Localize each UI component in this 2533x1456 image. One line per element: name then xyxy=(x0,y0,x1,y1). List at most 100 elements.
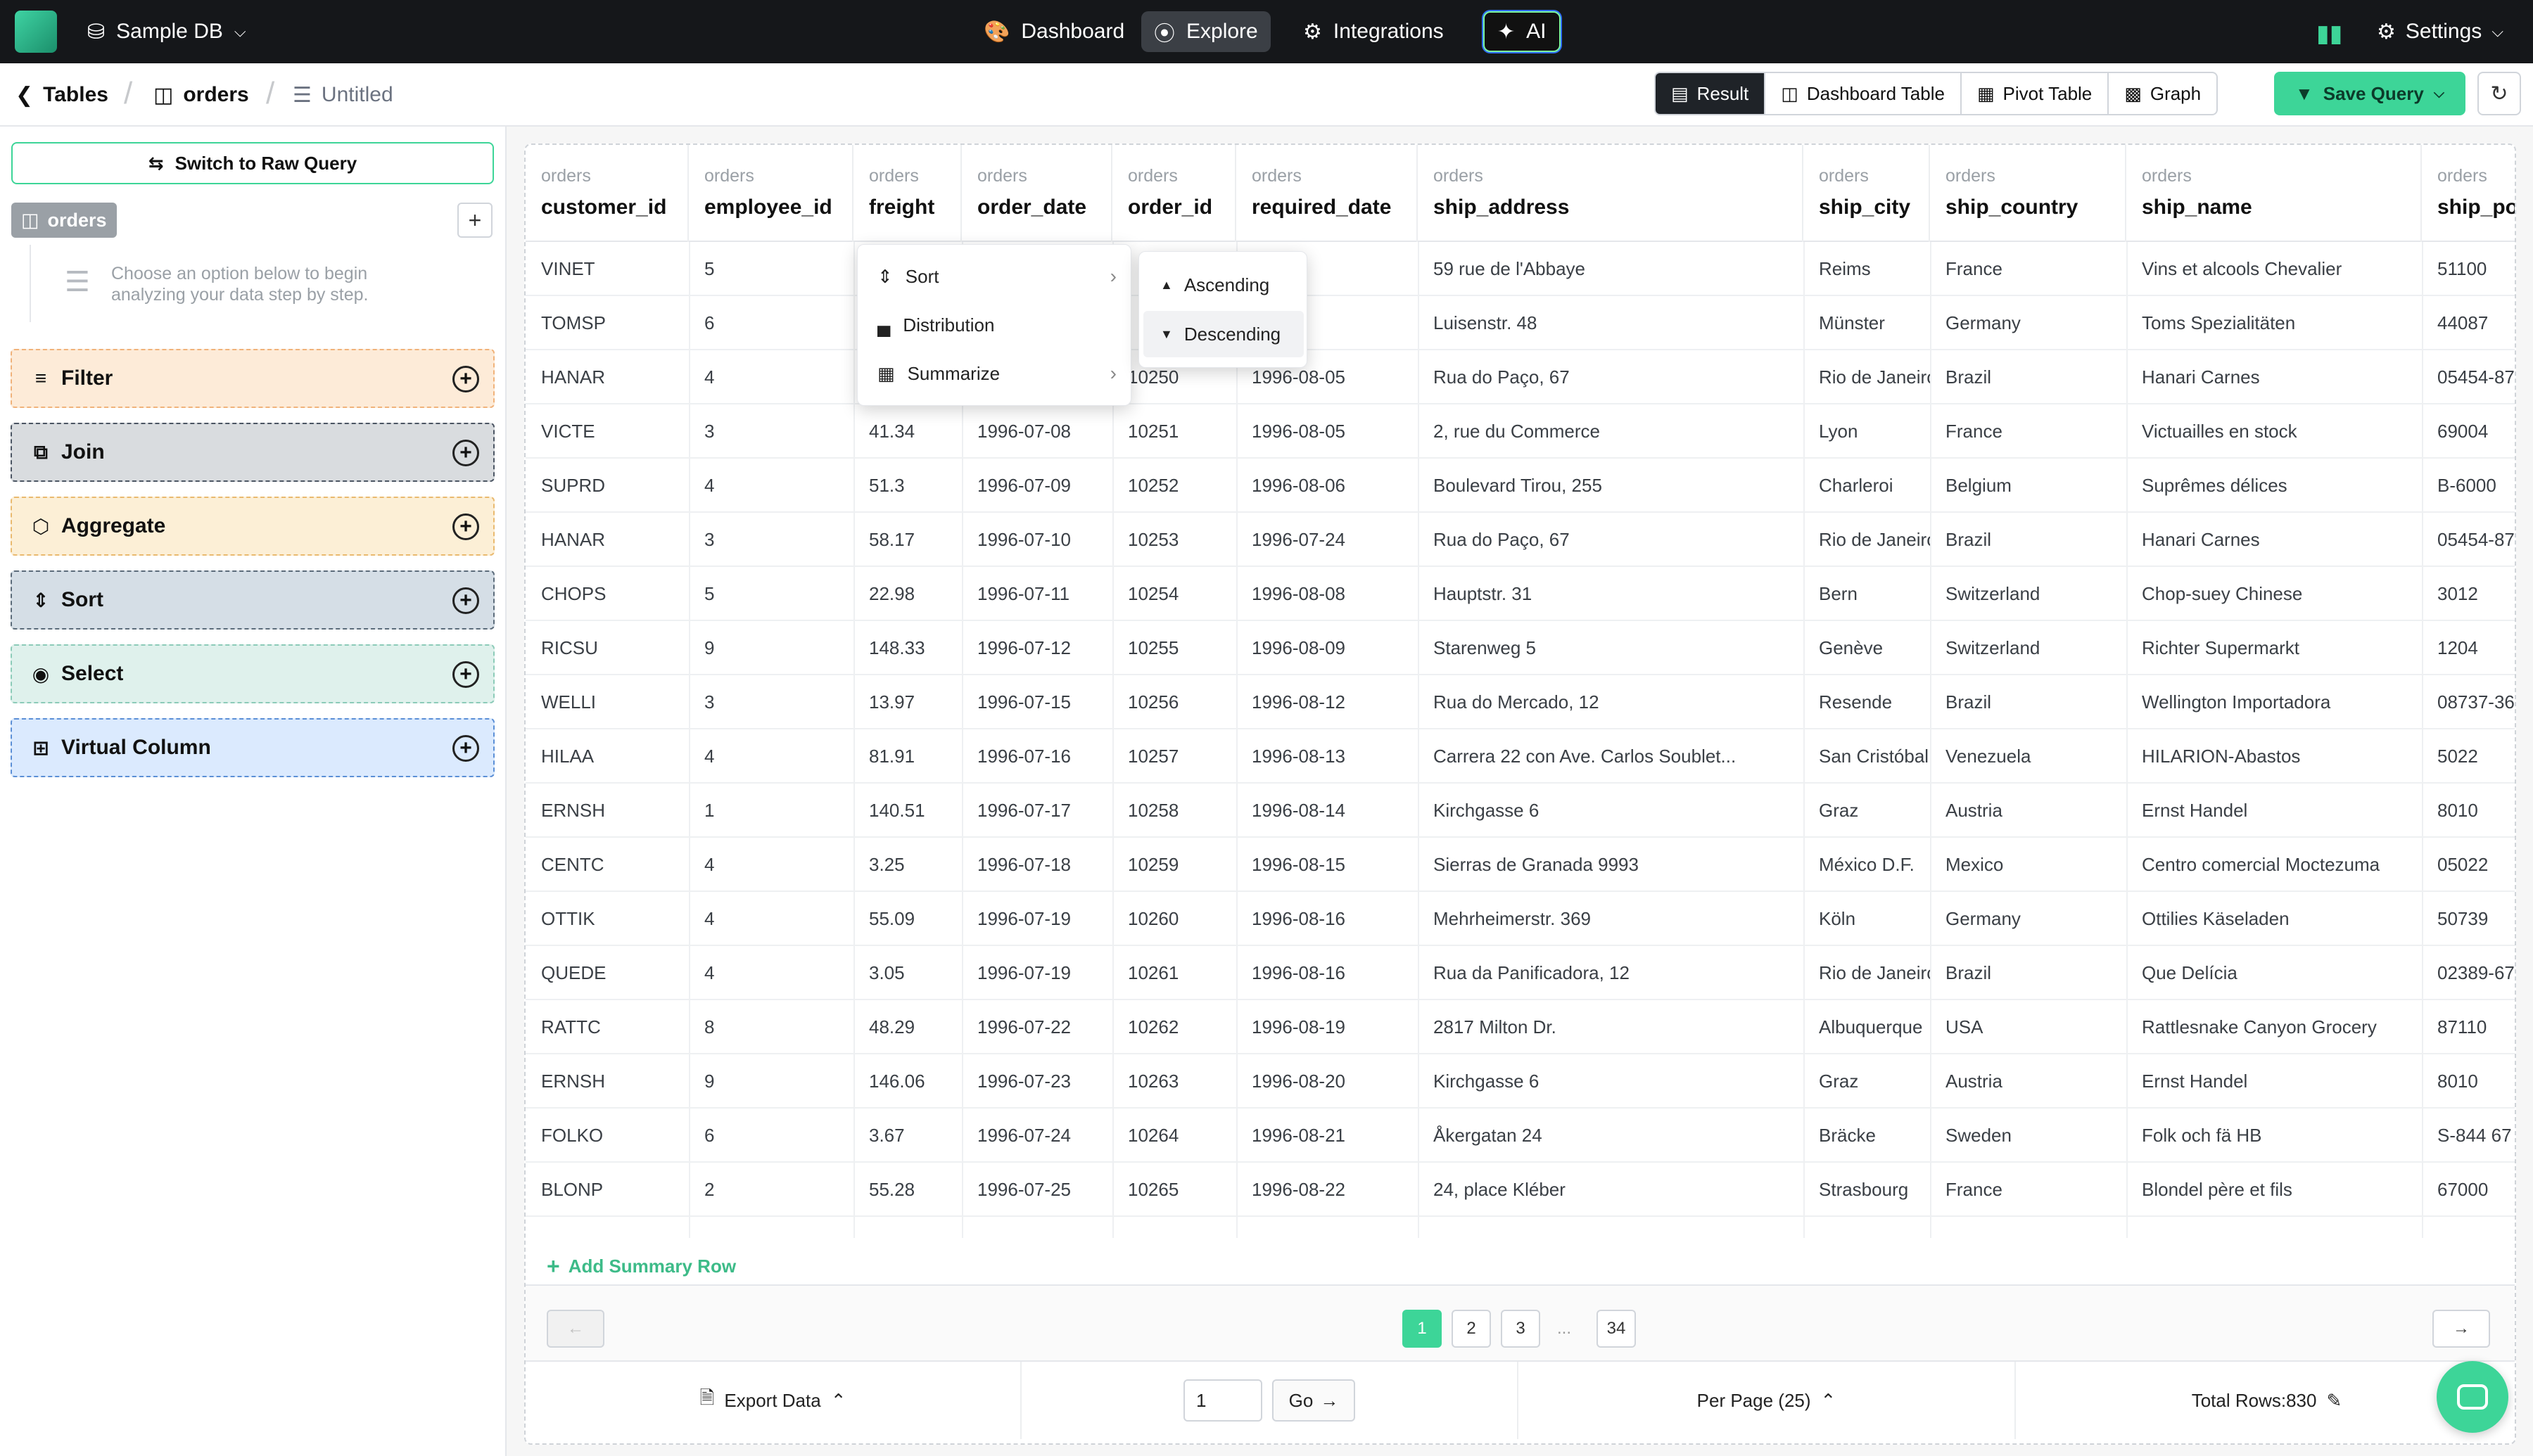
sort-ascending-option[interactable]: ▲ Ascending xyxy=(1143,262,1304,308)
prev-page-button[interactable]: ← xyxy=(547,1310,604,1348)
app-logo[interactable] xyxy=(15,11,57,53)
column-header-freight[interactable]: orders freight xyxy=(853,145,962,242)
table-row[interactable]: VICTE 3 41.34 1996-07-08 10251 1996-08-05 2, r… xyxy=(526,404,2515,459)
cell-required-date: 1996-08-16 xyxy=(1252,908,1345,929)
step-filter[interactable]: ≡ Filter + xyxy=(11,349,495,408)
column-header-required-date[interactable]: orders required_date xyxy=(1236,145,1418,242)
cell-ship-city: San Cristóbal xyxy=(1819,746,1929,767)
table-row[interactable]: QUEDE 4 3.05 1996-07-19 10261 1996-08-16 Rua d… xyxy=(526,946,2515,1000)
settings-button[interactable]: ⚙ Settings ⌵ xyxy=(2377,11,2503,52)
column-header-ship-address[interactable]: orders ship_address xyxy=(1418,145,1803,242)
go-button[interactable]: Go → xyxy=(1272,1379,1355,1422)
page-number-input[interactable]: 1 xyxy=(1183,1379,1262,1422)
breadcrumb-separator: / xyxy=(266,76,275,110)
cell-employee-id: 4 xyxy=(704,908,715,929)
page-button-34[interactable]: 34 xyxy=(1596,1310,1636,1348)
table-row[interactable]: HANAR 4 10250 1996-08-05 Rua do Paço, 67 Rio … xyxy=(526,350,2515,404)
step-select[interactable]: ◉ Select + xyxy=(11,644,495,703)
add-step-icon[interactable]: + xyxy=(452,366,479,392)
table-row[interactable]: RATTC 8 48.29 1996-07-22 10262 1996-08-19 2817… xyxy=(526,1000,2515,1054)
switch-raw-query-button[interactable]: ⇆ Switch to Raw Query xyxy=(11,142,494,184)
add-step-icon[interactable]: + xyxy=(452,735,479,762)
add-step-icon[interactable]: + xyxy=(452,587,479,614)
breadcrumb-tables[interactable]: ❮ Tables xyxy=(15,63,108,127)
nav-integrations[interactable]: ⚙ Integrations xyxy=(1290,11,1456,52)
breadcrumb-table[interactable]: ◫ orders xyxy=(153,63,249,127)
table-chip[interactable]: ◫ orders xyxy=(11,203,117,238)
nav-ai[interactable]: ✦ AI xyxy=(1483,11,1561,52)
cell-order-id: 10259 xyxy=(1128,854,1179,875)
tab-graph[interactable]: ▩ Graph xyxy=(2109,73,2216,114)
sort-descending-option[interactable]: ▼ Descending xyxy=(1143,311,1304,357)
cell-required-date: 1996-08-09 xyxy=(1252,637,1345,658)
menu-item-summarize[interactable]: ▦ Summarize › xyxy=(858,350,1132,397)
table-row[interactable]: TOMSP6-08-16Luisenstr. 48MünsterGermanyT… xyxy=(526,296,2515,350)
step-virtual-column[interactable]: ⊞ Virtual Column + xyxy=(11,718,495,777)
add-step-icon[interactable]: + xyxy=(452,661,479,688)
table-row[interactable]: ERNSH 9 146.06 1996-07-23 10263 1996-08-20 Kir… xyxy=(526,1054,2515,1109)
tab-pivot-table[interactable]: ▦ Pivot Table xyxy=(1962,73,2109,114)
nav-explore[interactable]: ⦿ Explore xyxy=(1141,11,1271,52)
cell-customer-id: RATTC xyxy=(541,1016,601,1037)
table-row[interactable]: ERNSH 1 140.51 1996-07-17 10258 1996-08-14 Kir… xyxy=(526,784,2515,838)
next-page-button[interactable]: → xyxy=(2432,1310,2490,1348)
hint-box: ☰ Choose an option below to begin analyz… xyxy=(30,245,424,322)
chat-support-button[interactable] xyxy=(2437,1361,2508,1433)
column-header-customer-id[interactable]: orders customer_id xyxy=(526,145,689,242)
cell-ship-name: Hanari Carnes xyxy=(2142,529,2260,550)
table-row[interactable]: CHOPS 5 22.98 1996-07-11 10254 1996-08-08 Haup… xyxy=(526,567,2515,621)
cell-employee-id: 3 xyxy=(704,529,715,550)
cell-freight: 148.33 xyxy=(869,637,925,658)
table-row[interactable]: HANAR 3 58.17 1996-07-10 10253 1996-07-24 Rua … xyxy=(526,513,2515,567)
column-header-order-id[interactable]: orders order_id xyxy=(1112,145,1236,242)
table-row[interactable]: VINET5-08-0159 rue de l'AbbayeReimsFranc… xyxy=(526,242,2515,296)
tab-dashboard-table[interactable]: ◫ Dashboard Table xyxy=(1765,73,1962,114)
tab-result[interactable]: ▤ Result xyxy=(1656,73,1766,114)
table-row[interactable]: HILAA 4 81.91 1996-07-16 10257 1996-08-13 Carr… xyxy=(526,729,2515,784)
save-query-button[interactable]: ▼ Save Query ⌵ xyxy=(2274,72,2465,115)
edit-icon[interactable]: ✎ xyxy=(2326,1390,2342,1412)
column-header-ship-country[interactable]: orders ship_country xyxy=(1930,145,2126,242)
table-row[interactable]: CENTC 4 3.25 1996-07-18 10259 1996-08-15 Sierr… xyxy=(526,838,2515,892)
add-step-icon[interactable]: + xyxy=(452,513,479,540)
cell-freight: 55.09 xyxy=(869,908,915,929)
signal-icon[interactable]: ▮▮ xyxy=(2316,20,2342,48)
per-page-selector[interactable]: Per Page (25) ⌃ xyxy=(1518,1362,2016,1439)
cell-customer-id: VICTE xyxy=(541,421,595,442)
column-name: ship_address xyxy=(1433,196,1570,219)
cell-ship-address: 2817 Milton Dr. xyxy=(1433,1016,1556,1037)
column-header-ship-city[interactable]: orders ship_city xyxy=(1803,145,1930,242)
add-table-button[interactable]: + xyxy=(457,203,493,238)
database-selector[interactable]: ⛁ Sample DB ⌵ xyxy=(87,0,246,63)
step-join[interactable]: ⧉ Join + xyxy=(11,423,495,482)
cell-required-date: 1996-08-19 xyxy=(1252,1016,1345,1037)
table-row[interactable]: OTTIK 4 55.09 1996-07-19 10260 1996-08-16 Mehr… xyxy=(526,892,2515,946)
step-sort[interactable]: ⇕ Sort + xyxy=(11,570,495,630)
cell-required-date: 1996-08-14 xyxy=(1252,800,1345,821)
table-row[interactable]: FOLKO 6 3.67 1996-07-24 10264 1996-08-21 Åkerg… xyxy=(526,1109,2515,1163)
nav-dashboard[interactable]: 🎨 Dashboard xyxy=(971,11,1137,52)
column-header-ship-name[interactable]: orders ship_name xyxy=(2126,145,2422,242)
page-button-2[interactable]: 2 xyxy=(1452,1310,1491,1348)
cell-customer-id: CENTC xyxy=(541,854,604,875)
column-header-ship-pos[interactable]: orders ship_pos xyxy=(2422,145,2515,242)
page-button-1[interactable]: 1 xyxy=(1402,1310,1442,1348)
page-button-3[interactable]: 3 xyxy=(1501,1310,1540,1348)
table-row[interactable]: WELLI 3 13.97 1996-07-15 10256 1996-08-12 Rua … xyxy=(526,675,2515,729)
query-icon: ☰ xyxy=(293,83,312,107)
cell-freight: 3.05 xyxy=(869,962,905,983)
column-header-order-date[interactable]: orders order_date xyxy=(962,145,1112,242)
breadcrumb-query[interactable]: ☰ Untitled xyxy=(293,63,393,127)
refresh-button[interactable]: ↻ xyxy=(2477,72,2521,115)
add-summary-row-button[interactable]: + Add Summary Row xyxy=(547,1253,736,1279)
column-name: ship_city xyxy=(1819,196,1911,219)
table-row[interactable]: BLONP 2 55.28 1996-07-25 10265 1996-08-22 24, … xyxy=(526,1163,2515,1217)
add-step-icon[interactable]: + xyxy=(452,440,479,466)
menu-item-sort[interactable]: ⇕ Sort › xyxy=(858,253,1132,300)
table-row[interactable]: RICSU 9 148.33 1996-07-12 10255 1996-08-09 Sta… xyxy=(526,621,2515,675)
menu-item-distribution[interactable]: ▄ Distribution xyxy=(858,301,1132,349)
column-header-employee-id[interactable]: orders employee_id xyxy=(689,145,853,242)
step-aggregate[interactable]: ⬡ Aggregate + xyxy=(11,497,495,556)
table-row[interactable]: SUPRD 4 51.3 1996-07-09 10252 1996-08-06 Boule… xyxy=(526,459,2515,513)
export-data-button[interactable]: 🗎 Export Data ⌃ xyxy=(526,1362,1022,1439)
